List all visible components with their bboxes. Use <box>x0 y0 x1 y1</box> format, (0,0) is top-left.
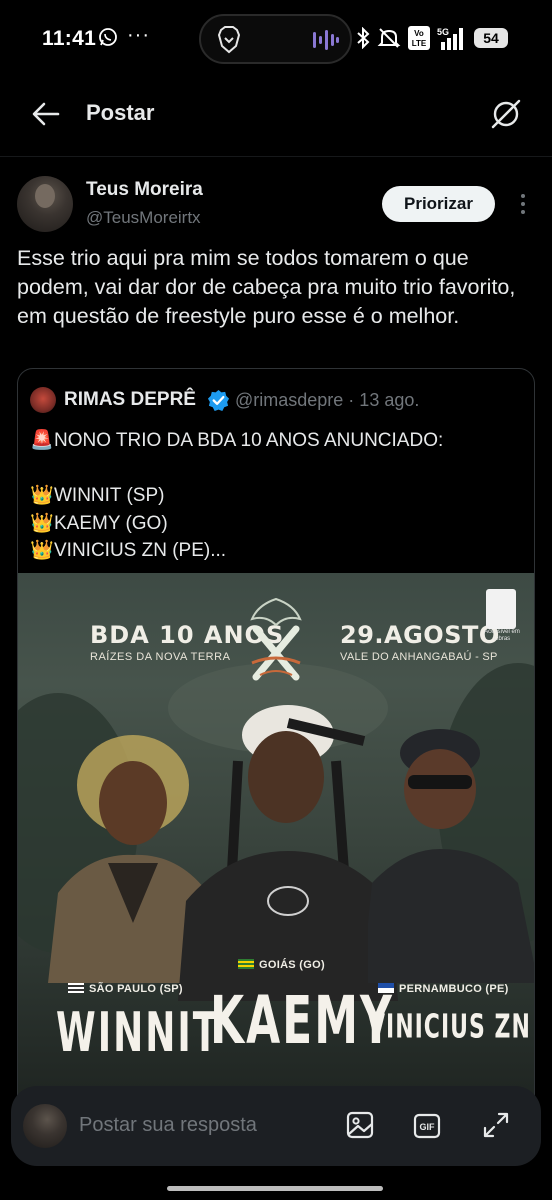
reply-input[interactable]: Postar sua resposta <box>79 1114 257 1137</box>
signal-icon: 5G <box>437 27 463 50</box>
gif-label: GIF <box>420 1122 436 1132</box>
gif-icon[interactable]: GIF <box>413 1112 441 1140</box>
more-vertical-icon[interactable] <box>516 190 530 218</box>
flag-go-icon <box>238 959 254 969</box>
quote-line: 👑KAEMY (GO) <box>30 510 530 538</box>
crown-emoji: 👑 <box>30 512 54 534</box>
dynamic-island <box>199 14 352 64</box>
mute-icon <box>377 28 401 48</box>
artist-name-vinicius-zn: VINICIUS ZN <box>368 1009 531 1047</box>
quote-avatar <box>30 387 56 413</box>
verified-badge-icon <box>207 389 230 412</box>
expand-icon[interactable] <box>481 1110 511 1140</box>
accessibility-label: Acessível em Libras <box>484 629 520 642</box>
quoted-post[interactable]: RIMAS DEPRÊ @rimasdepre · 13 ago. 🚨NONO … <box>17 368 535 1128</box>
flag-sp-icon <box>68 983 84 993</box>
artist-state-pe: PERNAMBUCO (PE) <box>378 983 509 995</box>
siren-emoji: 🚨 <box>30 430 54 451</box>
image-icon[interactable] <box>345 1110 375 1140</box>
status-bar: 11:41 ··· Vo LTE 5G 54 <box>0 0 552 78</box>
header-divider <box>0 156 552 157</box>
quote-line <box>30 455 530 483</box>
current-user-avatar <box>23 1104 67 1148</box>
artist-state-label: PERNAMBUCO (PE) <box>399 983 509 995</box>
status-right-icons: Vo LTE 5G 54 <box>356 24 508 52</box>
quote-line: 👑VINICIUS ZN (PE)... <box>30 537 530 565</box>
artist-state-go: GOIÁS (GO) <box>238 959 325 971</box>
artist-name-winnit: WINNIT <box>56 1003 220 1065</box>
crown-emoji: 👑 <box>30 540 54 561</box>
quote-line: 👑WINNIT (SP) <box>30 482 530 510</box>
quote-line-text <box>54 458 59 479</box>
svg-text:5G: 5G <box>437 27 449 37</box>
quote-line-text: NONO TRIO DA BDA 10 ANOS ANUNCIADO: <box>54 430 444 451</box>
page-title: Postar <box>86 100 155 125</box>
volte-icon: Vo LTE <box>408 26 430 50</box>
top-app-bar: Postar <box>0 78 552 154</box>
artist-state-label: GOIÁS (GO) <box>259 959 325 971</box>
status-time: 11:41 <box>42 27 97 50</box>
post-text: Esse trio aqui pra mim se todos tomarem … <box>17 246 516 328</box>
poster-event-subtitle: RAÍZES DA NOVA TERRA <box>90 651 231 663</box>
author-handle[interactable]: @TeusMoreirtx <box>86 208 201 228</box>
quote-author-name: RIMAS DEPRÊ <box>64 389 196 410</box>
battery-indicator: 54 <box>474 28 508 48</box>
accessibility-libras-icon <box>486 589 516 629</box>
poster-venue: VALE DO ANHANGABAÚ - SP <box>340 651 498 663</box>
poster-date: 29.AGOSTO <box>340 621 500 649</box>
author-name[interactable]: Teus Moreira <box>86 179 203 201</box>
quote-text: 🚨NONO TRIO DA BDA 10 ANOS ANUNCIADO: 👑WI… <box>30 427 530 565</box>
reply-composer-bar[interactable]: Postar sua resposta GIF <box>11 1086 541 1166</box>
gesture-home-bar[interactable] <box>167 1186 383 1191</box>
audio-bars-icon <box>313 30 339 50</box>
author-avatar[interactable] <box>17 176 73 232</box>
whatsapp-icon <box>99 28 117 46</box>
svg-text:LTE: LTE <box>412 39 427 48</box>
prioritize-button[interactable]: Priorizar <box>382 186 495 222</box>
artist-state-label: SÃO PAULO (SP) <box>89 983 183 995</box>
quote-line-text: WINNIT (SP) <box>54 485 165 506</box>
artist-name-kaemy: KAEMY <box>210 983 394 1060</box>
crown-emoji: 👑 <box>30 485 54 506</box>
svg-text:Vo: Vo <box>414 29 424 38</box>
bda-logo-icon <box>250 597 302 681</box>
quote-line-text: VINICIUS ZN (PE)... <box>54 540 227 561</box>
quote-line: 🚨NONO TRIO DA BDA 10 ANOS ANUNCIADO: <box>30 427 530 455</box>
event-poster-image[interactable]: BDA 10 ANOS RAÍZES DA NOVA TERRA 29.AGOS… <box>18 573 534 1127</box>
status-more-dots: ··· <box>127 24 150 46</box>
quote-handle-time: @rimasdepre · 13 ago. <box>235 390 420 410</box>
artist-state-sp: SÃO PAULO (SP) <box>68 983 183 995</box>
back-arrow-icon[interactable] <box>28 96 64 132</box>
artist-photo-vinicius-zn <box>368 729 534 983</box>
bluetooth-icon <box>357 27 370 49</box>
quote-line-text: KAEMY (GO) <box>54 512 168 534</box>
brave-icon <box>217 26 241 54</box>
grok-icon[interactable] <box>488 96 524 132</box>
